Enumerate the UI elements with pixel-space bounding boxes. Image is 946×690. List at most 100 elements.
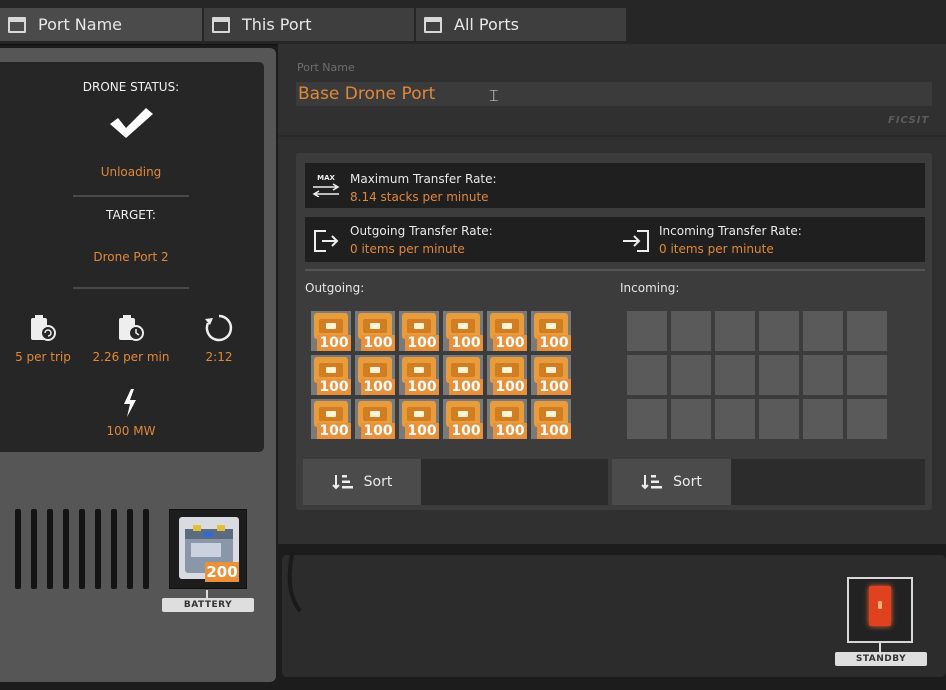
incoming-slot[interactable] <box>715 311 755 351</box>
outgoing-slot[interactable]: 100 <box>355 399 395 439</box>
incoming-slot[interactable] <box>803 355 843 395</box>
stack-count: 100 <box>361 423 395 439</box>
drone-status-value: Unloading <box>100 165 162 179</box>
max-rate-title: Maximum Transfer Rate: <box>350 172 497 186</box>
target-value: Drone Port 2 <box>93 250 169 264</box>
battery-count-badge: 200 <box>205 562 239 582</box>
stack-count: 100 <box>537 335 571 351</box>
incoming-slot[interactable] <box>803 311 843 351</box>
incoming-rate-title: Incoming Transfer Rate: <box>659 224 802 238</box>
text-cursor-icon: ⌶ <box>489 86 499 105</box>
stack-count: 100 <box>405 335 439 351</box>
stack-count: 100 <box>317 423 351 439</box>
stack-count: 100 <box>405 423 439 439</box>
outgoing-slot[interactable]: 100 <box>443 355 483 395</box>
drone-status-label: DRONE STATUS: <box>82 80 180 94</box>
outgoing-slot[interactable]: 100 <box>487 399 527 439</box>
port-name-input[interactable] <box>296 82 932 106</box>
stack-count: 100 <box>449 379 483 395</box>
tab-port-name[interactable]: Port Name <box>0 8 202 41</box>
outgoing-slot[interactable]: 100 <box>487 311 527 351</box>
incoming-slot[interactable] <box>671 399 711 439</box>
outgoing-slot[interactable]: 100 <box>399 311 439 351</box>
incoming-slot[interactable] <box>759 399 799 439</box>
outgoing-rate-value: 0 items per minute <box>350 242 465 256</box>
battery-label: BATTERY <box>162 598 254 612</box>
max-rate-value: 8.14 stacks per minute <box>350 190 489 204</box>
tag-connector <box>879 643 881 652</box>
vent-grille <box>15 509 149 589</box>
outgoing-rate-title: Outgoing Transfer Rate: <box>350 224 493 238</box>
cable-decoration <box>284 554 314 619</box>
outgoing-slot[interactable]: 100 <box>311 355 351 395</box>
lightning-icon <box>122 389 138 421</box>
power-value: 100 MW <box>106 424 156 438</box>
outgoing-inventory: 100 100 100 100 100 100 100 100 100 100 100 100 100 1… <box>311 311 575 443</box>
incoming-slot[interactable] <box>671 311 711 351</box>
outgoing-slot[interactable]: 100 <box>311 311 351 351</box>
stat-per-trip: 5 per trip <box>15 350 71 364</box>
stack-count: 100 <box>493 379 527 395</box>
standby-label: STANDBY <box>835 652 927 666</box>
stack-count: 100 <box>361 379 395 395</box>
divider <box>73 195 189 197</box>
incoming-slot[interactable] <box>627 355 667 395</box>
incoming-slot[interactable] <box>847 355 887 395</box>
incoming-label: Incoming: <box>620 281 680 295</box>
tab-all-ports[interactable]: All Ports <box>416 8 626 41</box>
stack-count: 100 <box>493 423 527 439</box>
divider <box>305 269 925 271</box>
outgoing-slot[interactable]: 100 <box>443 311 483 351</box>
checkmark-icon <box>108 106 154 144</box>
stack-count: 100 <box>449 423 483 439</box>
window-icon <box>8 16 26 33</box>
outgoing-slot[interactable]: 100 <box>531 399 571 439</box>
outgoing-slot[interactable]: 100 <box>311 399 351 439</box>
stack-count: 100 <box>537 423 571 439</box>
stack-count: 100 <box>361 335 395 351</box>
outgoing-label: Outgoing: <box>305 281 365 295</box>
incoming-slot[interactable] <box>671 355 711 395</box>
sort-label: Sort <box>673 474 702 490</box>
divider <box>278 135 946 137</box>
stack-count: 100 <box>405 379 439 395</box>
outgoing-slot[interactable]: 100 <box>531 311 571 351</box>
tab-this-port[interactable]: This Port <box>204 8 414 41</box>
target-label: TARGET: <box>106 208 156 222</box>
outgoing-slot[interactable]: 100 <box>487 355 527 395</box>
window-icon <box>212 16 230 33</box>
stack-count: 100 <box>537 379 571 395</box>
outgoing-slot[interactable]: 100 <box>355 355 395 395</box>
incoming-slot[interactable] <box>759 311 799 351</box>
incoming-slot[interactable] <box>847 399 887 439</box>
incoming-icon <box>621 229 651 257</box>
battery-rate-icon <box>117 313 145 343</box>
incoming-slot[interactable] <box>759 355 799 395</box>
tab-label: This Port <box>242 15 312 34</box>
outgoing-sort-button[interactable]: Sort <box>303 459 421 505</box>
incoming-slot[interactable] <box>803 399 843 439</box>
outgoing-slot[interactable]: 100 <box>355 311 395 351</box>
incoming-slot[interactable] <box>627 399 667 439</box>
incoming-rate-value: 0 items per minute <box>659 242 774 256</box>
incoming-slot[interactable] <box>715 355 755 395</box>
outgoing-slot[interactable]: 100 <box>399 399 439 439</box>
outgoing-slot[interactable]: 100 <box>399 355 439 395</box>
switch-indicator <box>878 601 882 609</box>
divider <box>73 287 189 289</box>
incoming-slot[interactable] <box>715 399 755 439</box>
sort-icon <box>641 475 663 490</box>
outgoing-slot[interactable]: 100 <box>531 355 571 395</box>
stack-count: 100 <box>493 335 527 351</box>
ficsit-logo: FICSIT <box>888 115 930 126</box>
max-transfer-icon: MAX <box>311 174 341 198</box>
outgoing-slot[interactable]: 100 <box>443 399 483 439</box>
sort-icon <box>331 475 353 490</box>
incoming-sort-button[interactable]: Sort <box>612 459 731 505</box>
sort-label: Sort <box>363 474 393 490</box>
incoming-slot[interactable] <box>627 311 667 351</box>
incoming-slot[interactable] <box>847 311 887 351</box>
incoming-inventory <box>627 311 891 443</box>
stat-per-min: 2.26 per min <box>92 350 170 364</box>
tab-label: All Ports <box>454 15 519 34</box>
